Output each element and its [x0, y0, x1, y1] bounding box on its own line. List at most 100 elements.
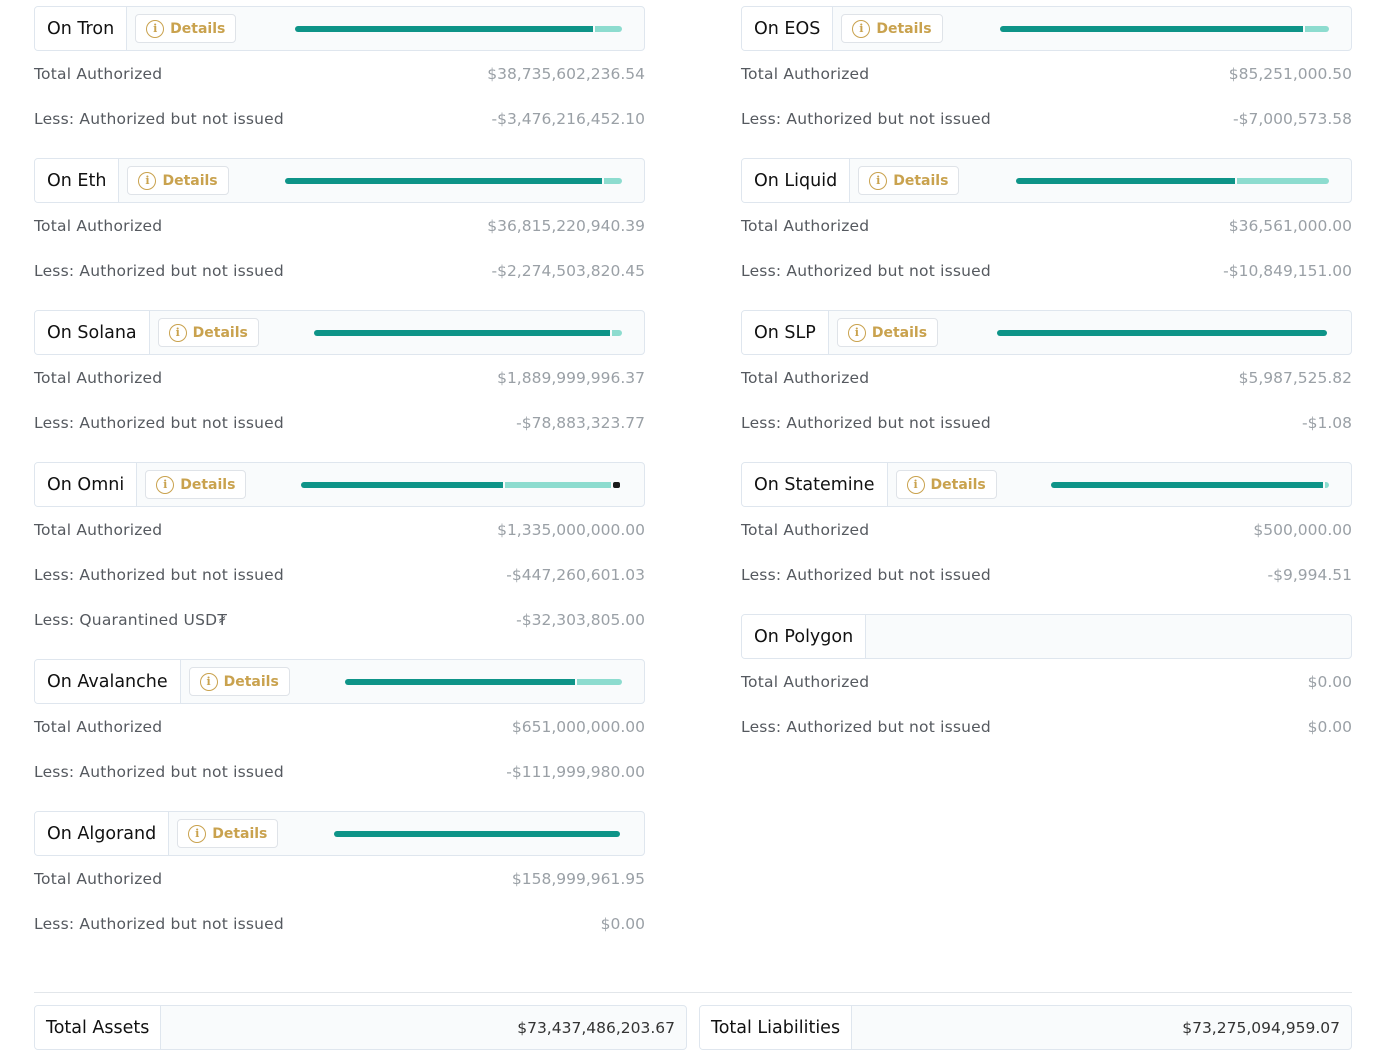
- issued-segment: [285, 178, 602, 184]
- details-label: Details: [212, 825, 268, 842]
- details-label: Details: [871, 324, 928, 341]
- issued-segment: [1000, 26, 1303, 32]
- details-label: Details: [223, 673, 279, 690]
- chain-header: On SLP i Details: [741, 310, 1352, 355]
- row-label: Total Authorized: [741, 520, 870, 539]
- totals-divider: [34, 992, 1352, 993]
- details-button[interactable]: i Details: [836, 318, 939, 347]
- unissued-segment: [594, 26, 622, 32]
- unissued-segment: [505, 482, 612, 488]
- row-label: Less: Authorized but not issued: [741, 565, 991, 584]
- row-label: Total Authorized: [34, 368, 163, 387]
- unissued-segment: [1304, 26, 1329, 32]
- details-button[interactable]: i Details: [157, 318, 259, 347]
- issued-segment: [334, 831, 620, 837]
- details-button[interactable]: i Details: [135, 14, 237, 43]
- row-label: Total Authorized: [741, 216, 870, 235]
- row-value: -$32,303,805.00: [516, 610, 645, 629]
- right-chain-column: On EOS i Details Total Authorized $85,251,00…: [741, 6, 1352, 766]
- chain-section: On Omni i Details Total Authorized $1,335,00…: [34, 462, 645, 642]
- chain-name: On Omni: [35, 463, 138, 506]
- row-value: $0.00: [1307, 717, 1352, 736]
- chain-header: On EOS i Details: [741, 6, 1352, 51]
- supply-bar: [295, 26, 622, 32]
- row-label: Less: Authorized but not issued: [34, 914, 284, 933]
- issued-segment: [1051, 482, 1324, 488]
- info-icon: i: [199, 672, 218, 691]
- total-assets-label: Total Assets: [35, 1006, 162, 1049]
- info-icon: i: [869, 171, 888, 190]
- row-value: $5,987,525.82: [1238, 368, 1352, 387]
- amount-row: Less: Authorized but not issued -$78,883,…: [34, 400, 645, 445]
- details-label: Details: [170, 20, 226, 37]
- chain-section: On Solana i Details Total Authorized $1,889,…: [34, 310, 645, 445]
- chain-header: On Algorand i Details: [34, 811, 645, 856]
- row-label: Less: Authorized but not issued: [34, 413, 284, 432]
- chain-header: On Statemine i Details: [741, 462, 1352, 507]
- amount-row: Less: Authorized but not issued -$7,000,5…: [741, 96, 1352, 141]
- row-label: Less: Authorized but not issued: [34, 762, 284, 781]
- amount-row: Total Authorized $158,999,961.95: [34, 856, 645, 901]
- chain-name: On Eth: [35, 159, 120, 202]
- details-button[interactable]: i Details: [177, 819, 279, 848]
- info-icon: i: [138, 171, 157, 190]
- info-icon: i: [847, 323, 866, 342]
- info-icon: i: [168, 323, 187, 342]
- row-label: Total Authorized: [741, 368, 870, 387]
- amount-row: Total Authorized $38,735,602,236.54: [34, 51, 645, 96]
- chain-name: On Statemine: [742, 463, 888, 506]
- chain-section: On Polygon Total Authorized $0.00 Less: Aut…: [741, 614, 1352, 749]
- amount-row: Less: Authorized but not issued -$3,476,2…: [34, 96, 645, 141]
- chain-section: On Avalanche i Details Total Authorized $651…: [34, 659, 645, 794]
- unissued-segment: [576, 679, 622, 685]
- details-button[interactable]: i Details: [145, 470, 247, 499]
- chain-name: On Liquid: [742, 159, 851, 202]
- issued-segment: [345, 679, 575, 685]
- details-label: Details: [876, 20, 932, 37]
- details-label: Details: [180, 476, 236, 493]
- details-label: Details: [893, 172, 949, 189]
- row-value: $0.00: [600, 914, 645, 933]
- issued-segment: [314, 330, 610, 336]
- unissued-segment: [1237, 178, 1329, 184]
- amount-row: Less: Authorized but not issued -$1.08: [741, 400, 1352, 445]
- left-chain-column: On Tron i Details Total Authorized $38,735,6…: [34, 6, 645, 963]
- supply-bar: [1000, 26, 1329, 32]
- row-value: -$447,260,601.03: [506, 565, 645, 584]
- chain-header: On Liquid i Details: [741, 158, 1352, 203]
- row-label: Less: Authorized but not issued: [741, 109, 991, 128]
- row-value: $1,335,000,000.00: [497, 520, 645, 539]
- unissued-segment: [603, 178, 622, 184]
- row-value: $500,000.00: [1253, 520, 1352, 539]
- issued-segment: [301, 482, 504, 488]
- details-button[interactable]: i Details: [841, 14, 943, 43]
- row-value: -$78,883,323.77: [516, 413, 645, 432]
- total-liabilities-value: $73,275,094,959.07: [1182, 1018, 1340, 1037]
- issued-segment: [1016, 178, 1236, 184]
- chain-section: On Liquid i Details Total Authorized $36,561…: [741, 158, 1352, 293]
- row-label: Total Authorized: [34, 520, 163, 539]
- chain-name: On Algorand: [35, 812, 170, 855]
- row-value: $36,815,220,940.39: [487, 216, 645, 235]
- details-button[interactable]: i Details: [895, 470, 997, 499]
- amount-row: Total Authorized $500,000.00: [741, 507, 1352, 552]
- details-button[interactable]: i Details: [127, 166, 229, 195]
- details-button[interactable]: i Details: [188, 667, 290, 696]
- row-value: $651,000,000.00: [511, 717, 645, 736]
- issued-segment: [997, 330, 1327, 336]
- unissued-segment: [1325, 482, 1329, 488]
- chain-header: On Tron i Details: [34, 6, 645, 51]
- row-value: $1,889,999,996.37: [497, 368, 645, 387]
- row-value: $0.00: [1307, 672, 1352, 691]
- supply-bar: [334, 831, 620, 837]
- row-value: $158,999,961.95: [511, 869, 645, 888]
- row-label: Less: Authorized but not issued: [741, 413, 991, 432]
- row-label: Total Authorized: [34, 64, 163, 83]
- row-value: -$7,000,573.58: [1233, 109, 1352, 128]
- row-value: -$10,849,151.00: [1223, 261, 1352, 280]
- supply-bar: [314, 330, 622, 336]
- details-button[interactable]: i Details: [858, 166, 960, 195]
- chain-section: On Eth i Details Total Authorized $36,815,22…: [34, 158, 645, 293]
- chain-header: On Polygon: [741, 614, 1352, 659]
- info-icon: i: [188, 824, 207, 843]
